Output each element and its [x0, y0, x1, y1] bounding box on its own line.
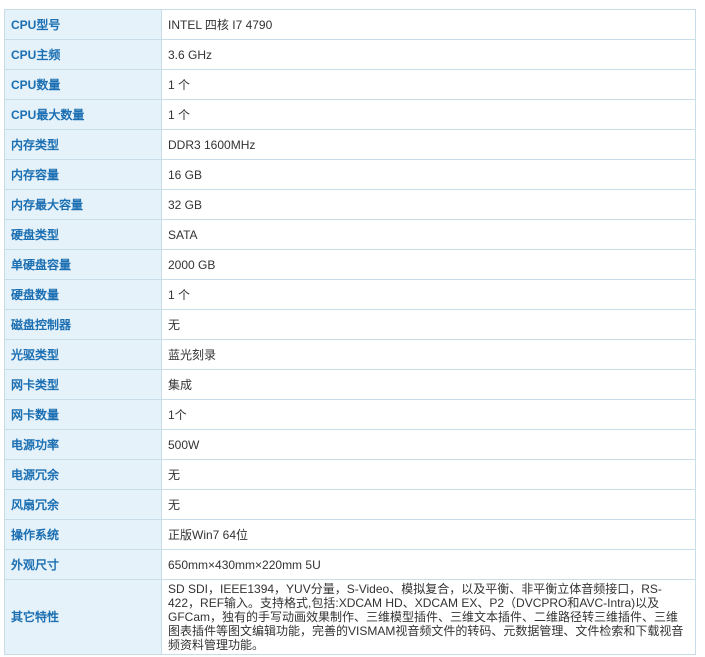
spec-label: 网卡数量	[4, 399, 162, 430]
spec-value: 650mm×430mm×220mm 5U	[161, 549, 696, 580]
spec-row: 单硬盘容量 2000 GB	[4, 249, 696, 280]
spec-row: 光驱类型 蓝光刻录	[4, 339, 696, 370]
spec-label: 硬盘类型	[4, 219, 162, 250]
spec-label: 内存最大容量	[4, 189, 162, 220]
spec-row: 内存类型 DDR3 1600MHz	[4, 129, 696, 160]
spec-value: 1 个	[161, 99, 696, 130]
spec-row: CPU最大数量 1 个	[4, 99, 696, 130]
spec-value: 集成	[161, 369, 696, 400]
spec-row: 硬盘类型 SATA	[4, 219, 696, 250]
spec-value: 500W	[161, 429, 696, 460]
spec-value: DDR3 1600MHz	[161, 129, 696, 160]
spec-row: 外观尺寸 650mm×430mm×220mm 5U	[4, 549, 696, 580]
spec-row: CPU主频 3.6 GHz	[4, 39, 696, 70]
spec-value: 正版Win7 64位	[161, 519, 696, 550]
spec-row: 磁盘控制器无	[4, 309, 696, 340]
spec-value: 1个	[161, 399, 696, 430]
spec-value: 3.6 GHz	[161, 39, 696, 70]
spec-label: 硬盘数量	[4, 279, 162, 310]
spec-row: 内存容量 16 GB	[4, 159, 696, 190]
spec-label: 风扇冗余	[4, 489, 162, 520]
spec-label: CPU主频	[4, 39, 162, 70]
spec-value: SD SDI，IEEE1394，YUV分量，S-Video、模拟复合，以及平衡、…	[161, 579, 696, 655]
spec-value: 16 GB	[161, 159, 696, 190]
spec-row: 其它特性 SD SDI，IEEE1394，YUV分量，S-Video、模拟复合，以…	[4, 579, 696, 655]
spec-label: 电源冗余	[4, 459, 162, 490]
spec-label: 磁盘控制器	[4, 309, 162, 340]
spec-label: CPU型号	[4, 9, 162, 40]
spec-value: 无	[161, 489, 696, 520]
spec-label: 电源功率	[4, 429, 162, 460]
spec-label: 内存类型	[4, 129, 162, 160]
spec-table-body: CPU型号 INTEL 四核 I7 4790 CPU主频 3.6 GHz CPU数量 1 …	[4, 9, 696, 655]
spec-label: 内存容量	[4, 159, 162, 190]
spec-table: CPU型号 INTEL 四核 I7 4790 CPU主频 3.6 GHz CPU数量 1 …	[4, 9, 696, 655]
spec-label: 光驱类型	[4, 339, 162, 370]
spec-value: 无	[161, 459, 696, 490]
spec-value: 无	[161, 309, 696, 340]
spec-value: 2000 GB	[161, 249, 696, 280]
spec-label: CPU数量	[4, 69, 162, 100]
spec-value: INTEL 四核 I7 4790	[161, 9, 696, 40]
spec-row: CPU型号 INTEL 四核 I7 4790	[4, 9, 696, 40]
spec-label: 外观尺寸	[4, 549, 162, 580]
spec-value: 1 个	[161, 69, 696, 100]
spec-row: 风扇冗余无	[4, 489, 696, 520]
spec-row: 网卡类型 集成	[4, 369, 696, 400]
spec-row: CPU数量 1 个	[4, 69, 696, 100]
spec-value: 蓝光刻录	[161, 339, 696, 370]
spec-label: CPU最大数量	[4, 99, 162, 130]
spec-value: 32 GB	[161, 189, 696, 220]
spec-label: 其它特性	[4, 579, 162, 655]
spec-value: 1 个	[161, 279, 696, 310]
spec-label: 网卡类型	[4, 369, 162, 400]
spec-label: 操作系统	[4, 519, 162, 550]
spec-label: 单硬盘容量	[4, 249, 162, 280]
spec-row: 电源冗余无	[4, 459, 696, 490]
spec-row: 内存最大容量 32 GB	[4, 189, 696, 220]
spec-row: 电源功率 500W	[4, 429, 696, 460]
spec-row: 硬盘数量 1 个	[4, 279, 696, 310]
spec-row: 操作系统 正版Win7 64位	[4, 519, 696, 550]
spec-row: 网卡数量 1个	[4, 399, 696, 430]
spec-value: SATA	[161, 219, 696, 250]
